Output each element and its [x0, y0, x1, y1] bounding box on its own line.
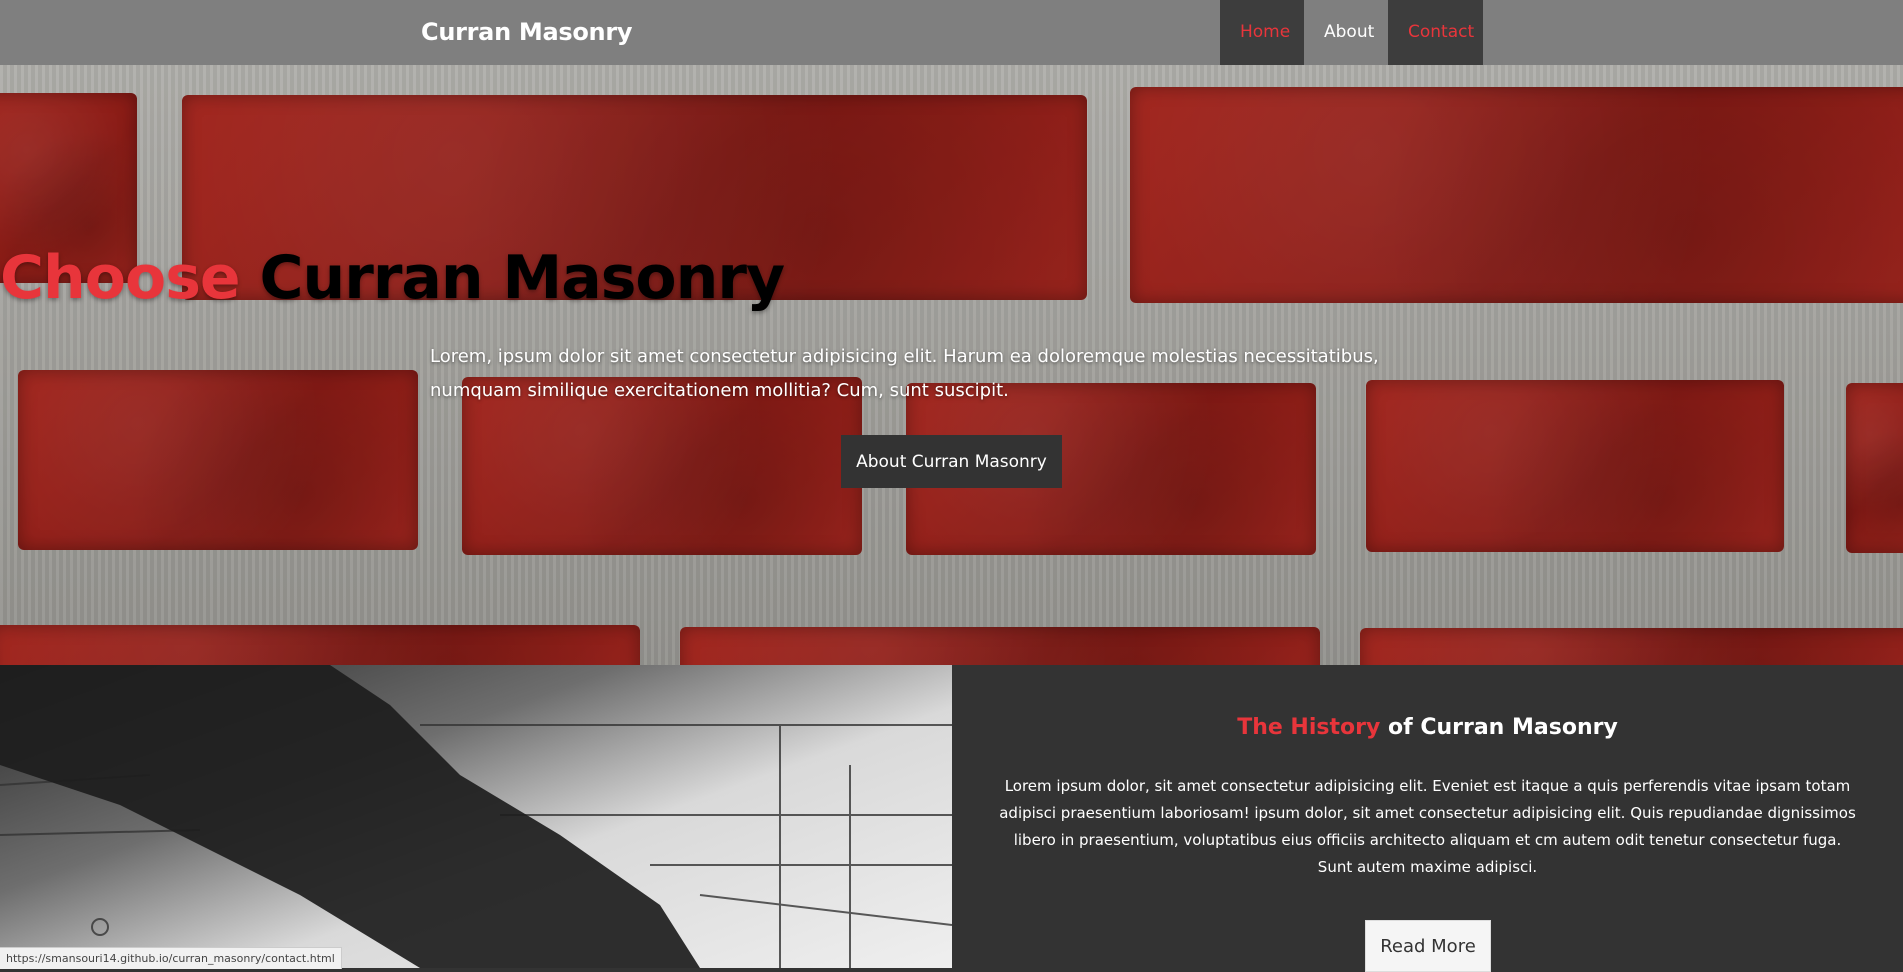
- blueprint-illustration: [0, 665, 952, 968]
- history-section: The History of Curran Masonry Lorem ipsu…: [952, 665, 1903, 972]
- nav-link-contact[interactable]: Contact: [1388, 0, 1483, 65]
- hero-title-rest: Curran Masonry: [259, 243, 786, 313]
- history-title: The History of Curran Masonry: [952, 715, 1903, 740]
- nav-link-about[interactable]: About: [1304, 0, 1388, 65]
- nav-links: Home About Contact: [1220, 0, 1483, 65]
- history-description: Lorem ipsum dolor, sit amet consectetur …: [999, 777, 1856, 876]
- history-title-accent: The History: [1237, 715, 1381, 740]
- brand-logo-text[interactable]: Curran Masonry: [421, 0, 633, 65]
- status-bar-url: https://smansouri14.github.io/curran_mas…: [0, 947, 342, 969]
- blueprint-hand-photo: [0, 665, 952, 968]
- hero-title-accent: Choose: [0, 243, 241, 313]
- top-navbar: Curran Masonry Home About Contact: [0, 0, 1903, 65]
- hero-description: Lorem, ipsum dolor sit amet consectetur …: [430, 346, 1379, 401]
- read-more-button[interactable]: Read More: [1365, 920, 1491, 972]
- hero-section: Choose Curran Masonry Lorem, ipsum dolor…: [0, 65, 1903, 665]
- hero-title: Choose Curran Masonry: [0, 243, 1903, 313]
- about-curran-masonry-button[interactable]: About Curran Masonry: [841, 435, 1062, 488]
- nav-link-home[interactable]: Home: [1220, 0, 1304, 65]
- history-title-rest: of Curran Masonry: [1387, 715, 1618, 740]
- hand-shape: [0, 665, 700, 968]
